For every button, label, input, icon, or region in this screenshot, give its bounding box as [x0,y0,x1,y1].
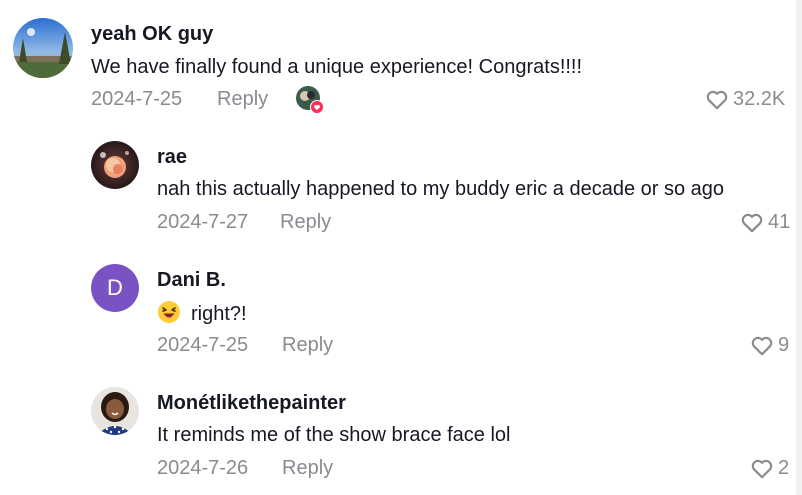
like-count: 41 [768,211,791,233]
avatar-dani-b[interactable]: D [91,264,139,312]
heart-outline-icon [751,336,773,356]
heart-outline-icon [751,459,773,479]
reply-text-row: right?! [157,300,247,326]
reply-button[interactable]: Reply [217,87,268,111]
heart-outline-icon [706,90,728,110]
avatar-monetlikethepainter[interactable] [91,387,139,435]
reply-text: nah this actually happened to my buddy e… [157,178,725,200]
laughing-emoji [158,301,180,323]
comment-thread: yeah OK guy We have finally found a uniq… [0,0,802,495]
reply-button[interactable]: Reply [280,210,331,234]
reply-text: It reminds me of the show brace face lol [157,424,511,446]
like-count: 32.2K [733,88,786,110]
comment-date: 2024-7-25 [91,88,183,110]
heart-outline-icon [741,213,763,233]
avatar-yeah-ok-guy[interactable] [13,18,73,78]
like-button[interactable]: 2 [749,455,789,481]
reply-button[interactable]: Reply [282,456,333,480]
reply-date: 2024-7-27 [157,211,249,233]
comment-text: We have finally found a unique experienc… [91,56,583,78]
like-button[interactable]: 32.2K [704,86,785,112]
reply-date: 2024-7-25 [157,334,249,356]
like-button[interactable]: 41 [739,209,790,235]
comment-username[interactable]: yeah OK guy [91,22,213,46]
like-count: 2 [778,457,790,479]
reply-date: 2024-7-26 [157,457,249,479]
creator-liked-badge [296,86,324,114]
reply-username[interactable]: Monétlikethepainter [157,391,346,415]
avatar-rae[interactable] [91,141,139,189]
reply-button[interactable]: Reply [282,333,333,357]
reply-text: right?! [191,303,247,325]
scrollbar[interactable] [796,0,802,495]
reply-username[interactable]: rae [157,145,187,169]
avatar-letter: D [107,275,123,300]
like-button[interactable]: 9 [749,332,789,358]
like-count: 9 [778,334,790,356]
reply-username[interactable]: Dani B. [157,268,226,292]
